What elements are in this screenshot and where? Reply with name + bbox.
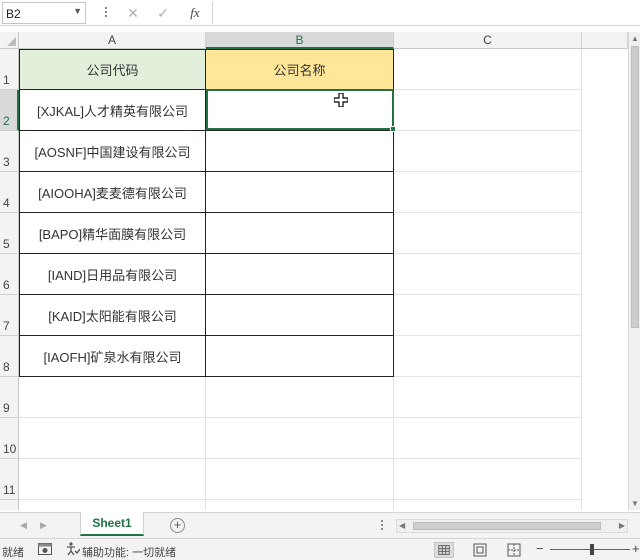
cell-a9[interactable]: [19, 377, 206, 418]
function-icon[interactable]: fx: [184, 4, 206, 22]
cell-b8[interactable]: [206, 336, 394, 377]
cell-c9[interactable]: [394, 377, 582, 418]
cell-b4[interactable]: [206, 172, 394, 213]
cell-a2[interactable]: [XJKAL]人才精英有限公司: [19, 90, 206, 131]
row-header-4[interactable]: 4: [0, 172, 19, 213]
cell-a7[interactable]: [KAID]太阳能有限公司: [19, 295, 206, 336]
row-header-10[interactable]: 10: [0, 418, 19, 459]
cell-a12[interactable]: [19, 500, 206, 510]
scroll-left-icon[interactable]: ◀: [399, 521, 405, 530]
zoom-in-button[interactable]: +: [632, 541, 640, 556]
cell-b6[interactable]: [206, 254, 394, 295]
column-header-a[interactable]: A: [19, 32, 206, 49]
worksheet-grid[interactable]: A B C 1 2 3 4 5 6 7 8 9 10 11 公司代码 公司名称 …: [0, 32, 628, 510]
scroll-down-icon[interactable]: ▼: [631, 499, 639, 508]
vertical-scroll-thumb[interactable]: [631, 46, 639, 328]
vertical-scrollbar[interactable]: ▲ ▼: [628, 32, 640, 510]
column-header-b[interactable]: B: [206, 32, 394, 49]
horizontal-scroll-thumb[interactable]: [413, 522, 601, 530]
cell-b2[interactable]: [206, 90, 394, 131]
cell-b5[interactable]: [206, 213, 394, 254]
status-ready: 就绪: [2, 547, 24, 559]
cell-b11[interactable]: [206, 459, 394, 500]
separator-dots[interactable]: [380, 520, 384, 532]
formula-input[interactable]: [212, 2, 640, 24]
row-header-5[interactable]: 5: [0, 213, 19, 254]
tab-next-icon[interactable]: ▶: [40, 520, 47, 531]
cell-c7[interactable]: [394, 295, 582, 336]
cell-a11[interactable]: [19, 459, 206, 500]
cell-a8[interactable]: [IAOFH]矿泉水有限公司: [19, 336, 206, 377]
cell-c2[interactable]: [394, 90, 582, 131]
enter-icon[interactable]: ✓: [154, 4, 172, 22]
cell-c3[interactable]: [394, 131, 582, 172]
cell-b12[interactable]: [206, 500, 394, 510]
page-break-view-icon[interactable]: [504, 542, 524, 558]
chevron-down-icon[interactable]: ▼: [73, 6, 82, 16]
cell-b10[interactable]: [206, 418, 394, 459]
row-header-7[interactable]: 7: [0, 295, 19, 336]
zoom-out-button[interactable]: −: [536, 541, 544, 556]
cell-a3[interactable]: [AOSNF]中国建设有限公司: [19, 131, 206, 172]
name-box[interactable]: B2 ▼: [2, 2, 86, 24]
separator-dots: [104, 6, 108, 20]
cell-c11[interactable]: [394, 459, 582, 500]
cell-b7[interactable]: [206, 295, 394, 336]
horizontal-scrollbar[interactable]: ◀ ▶: [396, 519, 628, 533]
cell-c1[interactable]: [394, 49, 582, 90]
scroll-right-icon[interactable]: ▶: [619, 521, 625, 530]
row-header-9[interactable]: 9: [0, 377, 19, 418]
row-header-2[interactable]: 2: [0, 90, 19, 131]
cell-c10[interactable]: [394, 418, 582, 459]
row-header-1[interactable]: 1: [0, 49, 19, 90]
page-layout-view-icon[interactable]: [470, 542, 490, 558]
column-header-d[interactable]: [582, 32, 628, 49]
cell-a4[interactable]: [AIOOHA]麦麦德有限公司: [19, 172, 206, 213]
cell-a10[interactable]: [19, 418, 206, 459]
status-bar: 就绪 辅助功能: 一切就绪 − +: [0, 538, 640, 560]
column-header-c[interactable]: C: [394, 32, 582, 49]
macro-record-icon[interactable]: [38, 543, 52, 555]
tab-sheet1[interactable]: Sheet1: [80, 512, 144, 536]
row-header-3[interactable]: 3: [0, 131, 19, 172]
select-all-button[interactable]: [0, 32, 19, 49]
tab-prev-icon[interactable]: ◀: [20, 520, 27, 531]
name-box-value: B2: [6, 7, 21, 21]
accessibility-status[interactable]: 辅助功能: 一切就绪: [82, 544, 176, 560]
zoom-slider-thumb[interactable]: [590, 544, 594, 555]
row-header-6[interactable]: 6: [0, 254, 19, 295]
scroll-up-icon[interactable]: ▲: [631, 34, 639, 43]
sheet-tab-bar: ◀ ▶ Sheet1 + ◀ ▶: [0, 512, 640, 538]
formula-bar: B2 ▼ ✕ ✓ fx: [0, 0, 640, 26]
cell-c4[interactable]: [394, 172, 582, 213]
add-sheet-icon[interactable]: +: [170, 518, 185, 533]
accessibility-icon[interactable]: [66, 542, 80, 556]
cell-b3[interactable]: [206, 131, 394, 172]
cell-c6[interactable]: [394, 254, 582, 295]
cell-c8[interactable]: [394, 336, 582, 377]
row-header-8[interactable]: 8: [0, 336, 19, 377]
cell-b1[interactable]: 公司名称: [206, 49, 394, 90]
cell-c12[interactable]: [394, 500, 582, 510]
cell-a6[interactable]: [IAND]日用品有限公司: [19, 254, 206, 295]
row-header-11[interactable]: 11: [0, 459, 19, 500]
cell-b9[interactable]: [206, 377, 394, 418]
cell-a5[interactable]: [BAPO]精华面膜有限公司: [19, 213, 206, 254]
cell-select-cursor-icon: [334, 93, 348, 107]
cancel-icon[interactable]: ✕: [124, 4, 142, 22]
cell-c5[interactable]: [394, 213, 582, 254]
row-header-12[interactable]: [0, 500, 19, 510]
cell-a1[interactable]: 公司代码: [19, 49, 206, 90]
normal-view-icon[interactable]: [434, 542, 454, 558]
